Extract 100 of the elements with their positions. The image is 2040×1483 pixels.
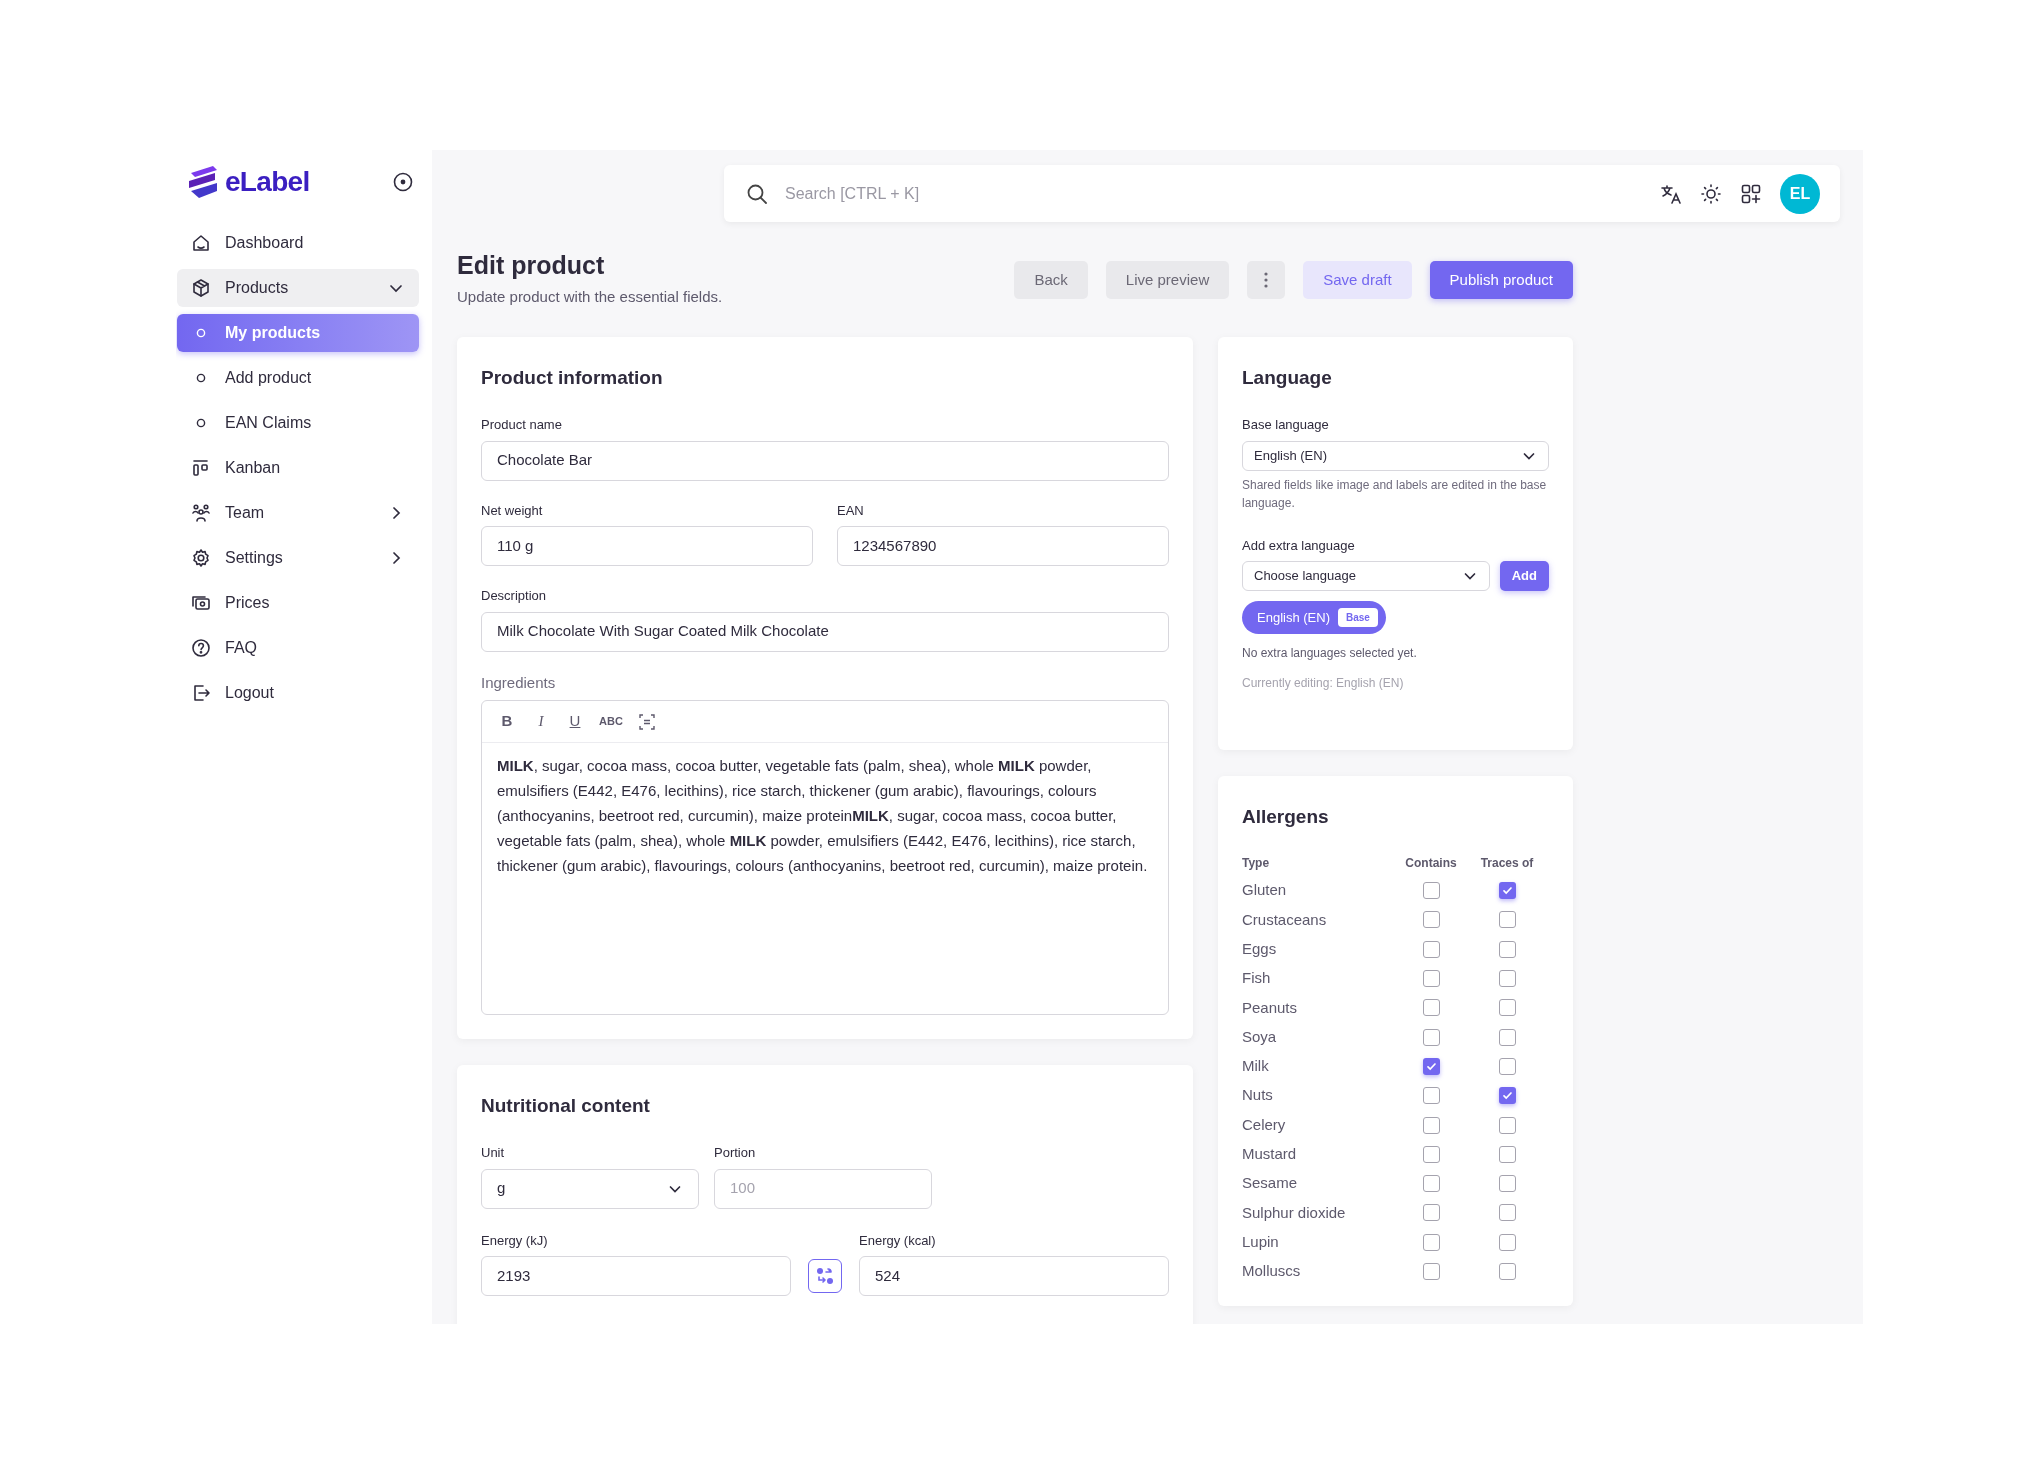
publish-button[interactable]: Publish product [1429, 261, 1573, 299]
field-label: Energy (kcal) [859, 1231, 937, 1250]
chip-label: English (EN) [1257, 608, 1330, 627]
checkbox[interactable] [1498, 1116, 1516, 1134]
more-button[interactable] [1247, 261, 1286, 299]
checkbox[interactable] [1498, 970, 1516, 988]
gear-icon [191, 548, 211, 568]
card-title: Allergens [1242, 805, 1330, 829]
field-label: Add extra language [1242, 536, 1356, 555]
checkbox[interactable] [1422, 911, 1440, 929]
page-subtitle: Update product with the essential fields. [457, 287, 723, 307]
text-field[interactable]: 524 [859, 1256, 1169, 1296]
sidebar-item[interactable]: Team [177, 494, 419, 532]
sidebar-item[interactable]: Add product [177, 359, 419, 397]
text-field[interactable]: 2193 [481, 1256, 791, 1296]
checkbox[interactable] [1498, 1175, 1516, 1193]
checkbox[interactable] [1498, 940, 1516, 958]
header-button[interactable]: Back [1014, 261, 1088, 299]
home-icon [191, 233, 211, 253]
checkbox[interactable] [1498, 1145, 1516, 1163]
header-button[interactable]: Live preview [1105, 261, 1230, 299]
language-chip[interactable]: English (EN) Base [1242, 601, 1386, 634]
checkbox[interactable] [1498, 1263, 1516, 1280]
text-field[interactable]: 1234567890 [837, 526, 1169, 566]
toolbar-button[interactable] [636, 711, 657, 732]
select-field[interactable]: English (EN) [1242, 440, 1549, 471]
allergen-name: Milk [1242, 1056, 1270, 1077]
checkbox[interactable] [1422, 1233, 1440, 1251]
allergen-name: Sesame [1242, 1173, 1299, 1194]
sidebar-item[interactable]: Dashboard [177, 224, 419, 262]
sidebar-item[interactable]: Products [177, 269, 419, 307]
select-field[interactable]: g [481, 1168, 699, 1209]
sidebar-item[interactable]: Prices [177, 584, 419, 622]
toolbar-button[interactable]: B [497, 710, 517, 733]
field-label: Product name [481, 416, 563, 434]
check-icon [1501, 885, 1513, 897]
text-field[interactable]: Milk Chocolate With Sugar Coated Milk Chocolate [481, 611, 1169, 652]
sidebar-item[interactable]: Logout [177, 674, 419, 712]
apps-icon[interactable] [1740, 182, 1762, 205]
toolbar-button[interactable]: U [565, 710, 585, 733]
checkbox[interactable] [1498, 882, 1516, 900]
align-icon [638, 713, 655, 730]
toolbar-button[interactable]: ABC [599, 713, 623, 730]
sun-icon[interactable] [1700, 182, 1722, 205]
add-button[interactable]: Add [1499, 561, 1549, 591]
header-button[interactable]: Save draft [1303, 261, 1412, 299]
radio-icon[interactable] [393, 172, 413, 192]
checkbox[interactable] [1422, 1175, 1440, 1193]
team-icon [191, 503, 211, 523]
swap-button[interactable] [808, 1259, 842, 1293]
checkbox[interactable] [1422, 1263, 1440, 1280]
field-label: EAN [837, 501, 865, 520]
sidebar-item[interactable]: My products [177, 314, 419, 352]
checkbox[interactable] [1498, 1233, 1516, 1251]
checkbox[interactable] [1498, 911, 1516, 929]
allergen-name: Gluten [1242, 880, 1288, 901]
empty-note: No extra languages selected yet. [1242, 645, 1418, 662]
checkbox[interactable] [1498, 1204, 1516, 1222]
check-icon [1425, 1060, 1437, 1072]
hint-text: Shared fields like image and labels are edited in the base language. [1242, 476, 1548, 512]
kanban-icon [191, 458, 211, 478]
checkbox[interactable] [1498, 1057, 1516, 1075]
toolbar-button[interactable]: I [531, 710, 551, 733]
logout-icon [191, 683, 211, 703]
checkbox[interactable] [1422, 1145, 1440, 1163]
column-header: Type [1242, 855, 1271, 872]
allergen-name: Nuts [1242, 1085, 1274, 1106]
search-icon[interactable] [746, 182, 768, 205]
column-header: Traces of [1479, 855, 1535, 872]
allergen-name: Mustard [1242, 1144, 1298, 1165]
checkbox[interactable] [1498, 1028, 1516, 1046]
checkbox[interactable] [1422, 1057, 1440, 1075]
column-header: Contains [1404, 855, 1458, 872]
checkbox[interactable] [1422, 1087, 1440, 1105]
sidebar-item[interactable]: Settings [177, 539, 419, 577]
logo-icon [187, 164, 219, 200]
card-title: Nutritional content [481, 1094, 651, 1118]
checkbox[interactable] [1422, 882, 1440, 900]
checkbox[interactable] [1422, 1204, 1440, 1222]
field-label: Net weight [481, 501, 544, 520]
field-label: Portion [714, 1144, 757, 1162]
checkbox[interactable] [1498, 1087, 1516, 1105]
allergen-name: Eggs [1242, 939, 1278, 959]
sidebar-item[interactable]: Kanban [177, 449, 419, 487]
translate-icon[interactable] [1660, 182, 1682, 205]
text-field[interactable]: 110 g [481, 526, 813, 566]
text-field[interactable]: Chocolate Bar [481, 440, 1169, 481]
checkbox[interactable] [1422, 1028, 1440, 1046]
rich-text-editor[interactable] [481, 700, 1169, 1015]
checkbox[interactable] [1422, 1116, 1440, 1134]
allergen-name: Celery [1242, 1114, 1287, 1135]
current-note: Currently editing: English (EN) [1242, 675, 1405, 692]
page-title: Edit product [457, 250, 606, 281]
sidebar-item[interactable]: EAN Claims [177, 404, 419, 442]
checkbox[interactable] [1498, 999, 1516, 1017]
checkbox[interactable] [1422, 970, 1440, 988]
sidebar-item[interactable]: FAQ [177, 629, 419, 667]
checkbox[interactable] [1422, 999, 1440, 1017]
select-field[interactable]: Choose language [1242, 561, 1490, 591]
checkbox[interactable] [1422, 940, 1440, 958]
